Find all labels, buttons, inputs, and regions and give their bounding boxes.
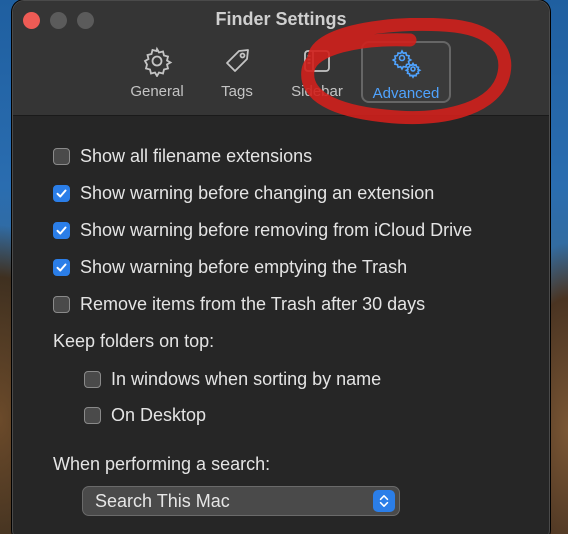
finder-settings-window: Finder Settings General Tags Sidebar Adv…	[12, 0, 550, 534]
option-folders-top-windows[interactable]: In windows when sorting by name	[84, 369, 381, 390]
updown-chevron-icon	[373, 490, 395, 512]
option-label: Show warning before changing an extensio…	[80, 183, 435, 203]
tab-label: Advanced	[372, 85, 440, 102]
option-label: In windows when sorting by name	[111, 369, 382, 389]
gear-icon	[141, 45, 173, 81]
checkmark-icon	[56, 226, 67, 235]
checkbox[interactable]	[53, 296, 70, 313]
checkmark-icon	[56, 263, 67, 272]
window-title: Finder Settings	[215, 9, 347, 29]
checkbox[interactable]	[53, 259, 70, 276]
tab-label: General	[130, 83, 184, 100]
checkbox[interactable]	[84, 407, 101, 424]
option-label: Remove items from the Trash after 30 day…	[80, 294, 426, 314]
tag-icon	[221, 45, 253, 81]
option-warn-change-extension[interactable]: Show warning before changing an extensio…	[53, 183, 434, 204]
toolbar: Finder Settings General Tags Sidebar Adv…	[13, 1, 549, 116]
keep-folders-heading: Keep folders on top:	[53, 331, 215, 351]
tab-tags[interactable]: Tags	[197, 41, 277, 103]
tab-label: Tags	[221, 83, 253, 100]
option-label: Show all filename extensions	[80, 146, 313, 166]
option-label: On Desktop	[111, 405, 207, 425]
settings-tabs: General Tags Sidebar Advanced	[117, 41, 451, 103]
option-warn-empty-trash[interactable]: Show warning before emptying the Trash	[53, 257, 407, 278]
search-heading: When performing a search:	[53, 454, 271, 474]
tab-advanced[interactable]: Advanced	[361, 41, 451, 103]
tab-label: Sidebar	[291, 83, 343, 100]
option-warn-remove-icloud[interactable]: Show warning before removing from iCloud…	[53, 220, 472, 241]
option-remove-trash-30-days[interactable]: Remove items from the Trash after 30 day…	[53, 294, 425, 315]
tab-general[interactable]: General	[117, 41, 197, 103]
option-label: Show warning before emptying the Trash	[80, 257, 408, 277]
gears-icon	[390, 47, 422, 83]
tab-sidebar[interactable]: Sidebar	[277, 41, 357, 103]
checkbox[interactable]	[53, 222, 70, 239]
search-scope-select[interactable]: Search This Mac	[82, 486, 400, 516]
checkmark-icon	[56, 189, 67, 198]
search-scope-value: Search This Mac	[95, 490, 230, 511]
option-show-extensions[interactable]: Show all filename extensions	[53, 146, 312, 167]
checkbox[interactable]	[53, 185, 70, 202]
option-folders-top-desktop[interactable]: On Desktop	[84, 405, 206, 426]
checkbox[interactable]	[53, 148, 70, 165]
sidebar-icon	[301, 45, 333, 81]
checkbox[interactable]	[84, 371, 101, 388]
option-label: Show warning before removing from iCloud…	[80, 220, 473, 240]
